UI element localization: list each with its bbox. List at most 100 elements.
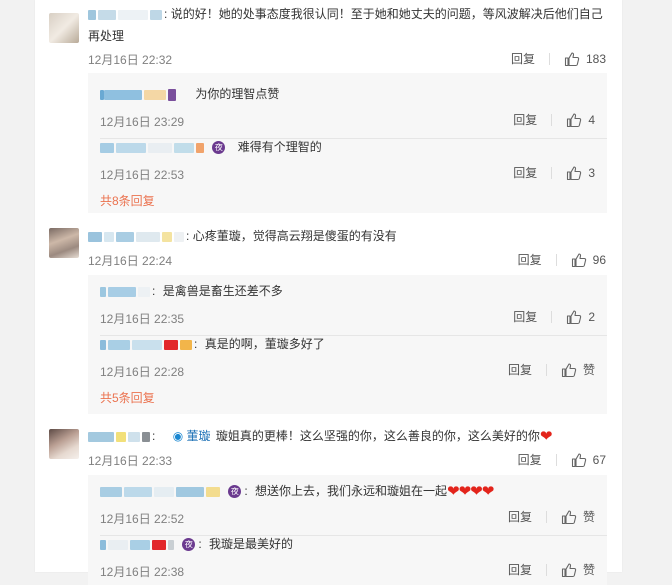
reply-actions: 回复 3 — [513, 164, 595, 181]
reply-text: : 真是的啊，董璇多好了 — [100, 336, 325, 352]
comment-body: 心疼董璇，觉得高云翔是傻蛋的有没有 — [192, 229, 397, 243]
reply-time: 12月16日 22:35 — [100, 312, 185, 326]
thumbs-up-icon — [567, 165, 582, 180]
like-button[interactable]: 2 — [566, 309, 595, 325]
like-count: 赞 — [582, 510, 595, 524]
reply-text: 为你的理智点赞 — [100, 86, 279, 102]
like-button[interactable]: 赞 — [561, 561, 595, 578]
thumbs-up-icon — [561, 509, 577, 524]
divider — [555, 453, 557, 466]
blurred-username[interactable] — [88, 9, 96, 20]
reply-body: 难得有个理智的 — [237, 140, 322, 154]
reply-button[interactable]: 回复 — [508, 508, 532, 525]
reply-actions: 回复 2 — [513, 308, 595, 325]
blurred-username[interactable] — [88, 231, 102, 242]
reply-actions: 回复 赞 — [508, 561, 595, 578]
moon-badge-icon: 夜 — [212, 141, 226, 155]
blurred-username[interactable] — [100, 142, 114, 153]
like-button[interactable]: 赞 — [561, 508, 595, 525]
reply-button[interactable]: 回复 — [518, 451, 542, 468]
mention-link[interactable]: 董璇 — [187, 429, 211, 443]
like-button[interactable]: 96 — [571, 252, 606, 268]
comment-text: : ◉ 董璇 璇姐真的更棒！这么坚强的你，这么善良的你，这么美好的你❤ — [88, 425, 608, 448]
reply-button[interactable]: 回复 — [513, 308, 537, 325]
divider — [548, 52, 550, 65]
comment-feed: : 说的好！她的处事态度我很认同！至于她和她丈夫的问题，等风波解决后他们自己再处… — [35, 0, 622, 585]
reply-body: 是禽兽是畜生还差不多 — [162, 284, 283, 298]
like-count: 4 — [588, 112, 595, 127]
wifi-icon: ◉ — [172, 429, 184, 443]
reply-actions: 回复 赞 — [508, 361, 595, 378]
like-button[interactable]: 3 — [566, 165, 595, 181]
comment-text: : 说的好！她的处事态度我很认同！至于她和她丈夫的问题，等风波解决后他们自己再处… — [88, 7, 603, 43]
blurred-username[interactable] — [100, 539, 106, 550]
comment-actions: 回复 96 — [518, 251, 606, 268]
reply-time: 12月16日 22:28 — [100, 365, 185, 379]
divider — [545, 363, 547, 376]
reply-text: : 是禽兽是畜生还差不多 — [100, 283, 283, 299]
thumbs-up-icon — [561, 562, 577, 577]
comment-actions: 回复 183 — [511, 50, 606, 67]
thumbs-up-icon — [561, 362, 577, 377]
like-count: 3 — [588, 165, 595, 180]
blurred-username[interactable] — [88, 431, 114, 442]
blurred-username[interactable] — [100, 286, 106, 297]
like-button[interactable]: 赞 — [561, 361, 595, 378]
divider — [551, 166, 553, 179]
avatar[interactable] — [49, 228, 79, 258]
thumbs-up-icon — [567, 309, 582, 324]
reply-text: 夜: 我璇是最美好的 — [100, 536, 293, 552]
blurred-username[interactable] — [100, 339, 106, 350]
reply-button[interactable]: 回复 — [508, 361, 532, 378]
reply-body: 为你的理智点赞 — [195, 87, 280, 101]
comment-time: 12月16日 22:32 — [88, 53, 173, 67]
reply-button[interactable]: 回复 — [511, 50, 535, 67]
moon-badge-icon: 夜 — [228, 485, 242, 499]
heart-icon: ❤ — [539, 428, 553, 445]
comment-body: 璇姐真的更棒！这么坚强的你，这么善良的你，这么美好的你 — [215, 429, 540, 443]
like-count: 2 — [588, 309, 595, 324]
reply-text: 夜 难得有个理智的 — [100, 139, 322, 155]
thumbs-up-icon — [571, 252, 586, 267]
reply-body: 真是的啊，董璇多好了 — [204, 337, 325, 351]
comment-item: : 心疼董璇，觉得高云翔是傻蛋的有没有 12月16日 22:24 回复 96 :… — [35, 226, 622, 416]
more-replies-link[interactable]: 共5条回复 — [100, 389, 155, 406]
avatar[interactable] — [49, 13, 79, 43]
reply-button[interactable]: 回复 — [513, 111, 537, 128]
reply-actions: 回复 4 — [513, 111, 595, 128]
reply-body: 想送你上去，我们永远和璇姐在一起 — [255, 484, 448, 498]
like-button[interactable]: 4 — [566, 112, 595, 128]
blurred-username[interactable] — [100, 486, 122, 497]
like-count: 96 — [592, 252, 606, 267]
reply-button[interactable]: 回复 — [508, 561, 532, 578]
heart-icon: ❤❤❤❤ — [447, 483, 494, 500]
like-button[interactable]: 67 — [571, 452, 606, 468]
like-count: 赞 — [582, 363, 595, 377]
thumbs-up-icon — [567, 112, 582, 127]
comment-item: : 说的好！她的处事态度我很认同！至于她和她丈夫的问题，等风波解决后他们自己再处… — [35, 5, 622, 215]
like-count: 183 — [585, 51, 606, 66]
divider — [551, 113, 553, 126]
reply-time: 12月16日 23:29 — [100, 115, 185, 129]
thumbs-up-icon — [564, 51, 580, 66]
comment-time: 12月16日 22:24 — [88, 254, 173, 268]
comment-text: : 心疼董璇，觉得高云翔是傻蛋的有没有 — [88, 225, 608, 247]
reply-list: : 是禽兽是畜生还差不多 12月16日 22:35 回复 2 : 真是的啊，董璇… — [88, 275, 607, 414]
reply-list: 为你的理智点赞 12月16日 23:29 回复 4 夜 难得有个理智的 12月1… — [88, 73, 607, 213]
reply-actions: 回复 赞 — [508, 508, 595, 525]
reply-body: 我璇是最美好的 — [209, 537, 294, 551]
reply-text: 夜: 想送你上去，我们永远和璇姐在一起❤❤❤❤ — [100, 483, 494, 500]
avatar[interactable] — [49, 429, 79, 459]
comment-item: : ◉ 董璇 璇姐真的更棒！这么坚强的你，这么善良的你，这么美好的你❤ 12月1… — [35, 425, 622, 585]
like-count: 67 — [592, 452, 606, 467]
comment-actions: 回复 67 — [518, 451, 606, 468]
divider — [545, 510, 547, 523]
reply-button[interactable]: 回复 — [513, 164, 537, 181]
more-replies-link[interactable]: 共8条回复 — [100, 192, 155, 209]
reply-list: 夜: 想送你上去，我们永远和璇姐在一起❤❤❤❤ 12月16日 22:52 回复 … — [88, 475, 607, 585]
divider — [555, 253, 557, 266]
reply-button[interactable]: 回复 — [518, 251, 542, 268]
reply-time: 12月16日 22:52 — [100, 512, 185, 526]
like-button[interactable]: 183 — [564, 51, 606, 67]
thumbs-up-icon — [571, 452, 586, 467]
